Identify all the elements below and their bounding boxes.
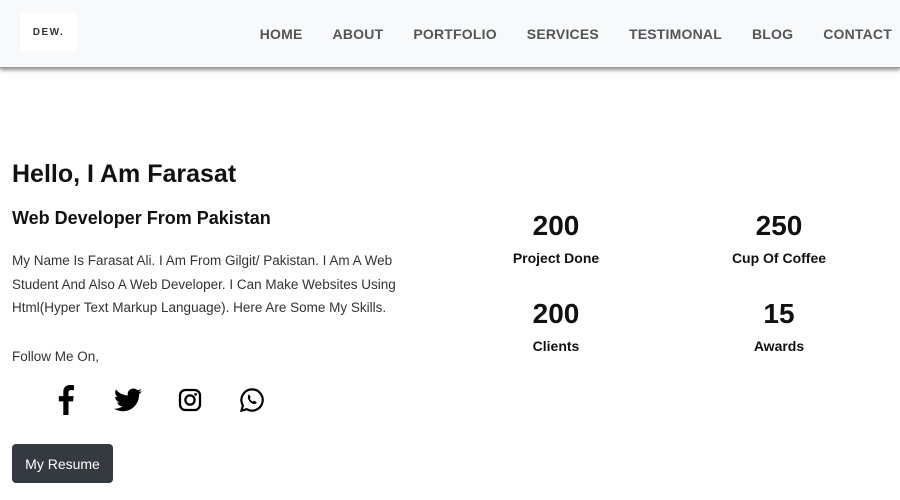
- stat-label: Project Done: [512, 250, 600, 266]
- stat-awards: 15 Awards: [699, 297, 859, 354]
- facebook-icon[interactable]: [52, 384, 80, 416]
- follow-label: Follow Me On,: [12, 349, 100, 364]
- stat-value: 200: [532, 210, 580, 241]
- social-links: [52, 384, 300, 416]
- nav-links: HOME ABOUT PORTFOLIO SERVICES TESTIMONAL…: [230, 0, 892, 68]
- nav-link-contact[interactable]: CONTACT: [823, 26, 892, 42]
- resume-button[interactable]: My Resume: [12, 444, 113, 483]
- twitter-icon[interactable]: [114, 384, 142, 416]
- nav-link-home[interactable]: HOME: [260, 26, 303, 42]
- nav-link-about[interactable]: ABOUT: [333, 26, 384, 42]
- stat-project-done: 200 Project Done: [476, 209, 636, 266]
- nav-link-testimonal[interactable]: TESTIMONAL: [629, 26, 722, 42]
- nav-link-blog[interactable]: BLOG: [752, 26, 793, 42]
- instagram-icon[interactable]: [176, 384, 204, 416]
- stat-label: Cup Of Coffee: [731, 250, 827, 266]
- nav-link-services[interactable]: SERVICES: [527, 26, 599, 42]
- stat-value: 200: [532, 298, 580, 329]
- hero-subtitle: Web Developer From Pakistan: [12, 208, 271, 228]
- stat-clients: 200 Clients: [476, 297, 636, 354]
- stat-value: 250: [755, 210, 803, 241]
- hero-title: Hello, I Am Farasat: [12, 160, 237, 188]
- stat-label: Awards: [753, 338, 805, 354]
- stat-cup-of-coffee: 250 Cup Of Coffee: [699, 209, 859, 266]
- whatsapp-icon[interactable]: [238, 384, 266, 416]
- stat-label: Clients: [532, 338, 580, 354]
- logo[interactable]: DEW.: [20, 13, 77, 51]
- navbar: DEW. HOME ABOUT PORTFOLIO SERVICES TESTI…: [0, 0, 900, 68]
- hero-description: My Name Is Farasat Ali. I Am From Gilgit…: [12, 253, 396, 315]
- nav-link-portfolio[interactable]: PORTFOLIO: [413, 26, 496, 42]
- stat-value: 15: [763, 298, 795, 329]
